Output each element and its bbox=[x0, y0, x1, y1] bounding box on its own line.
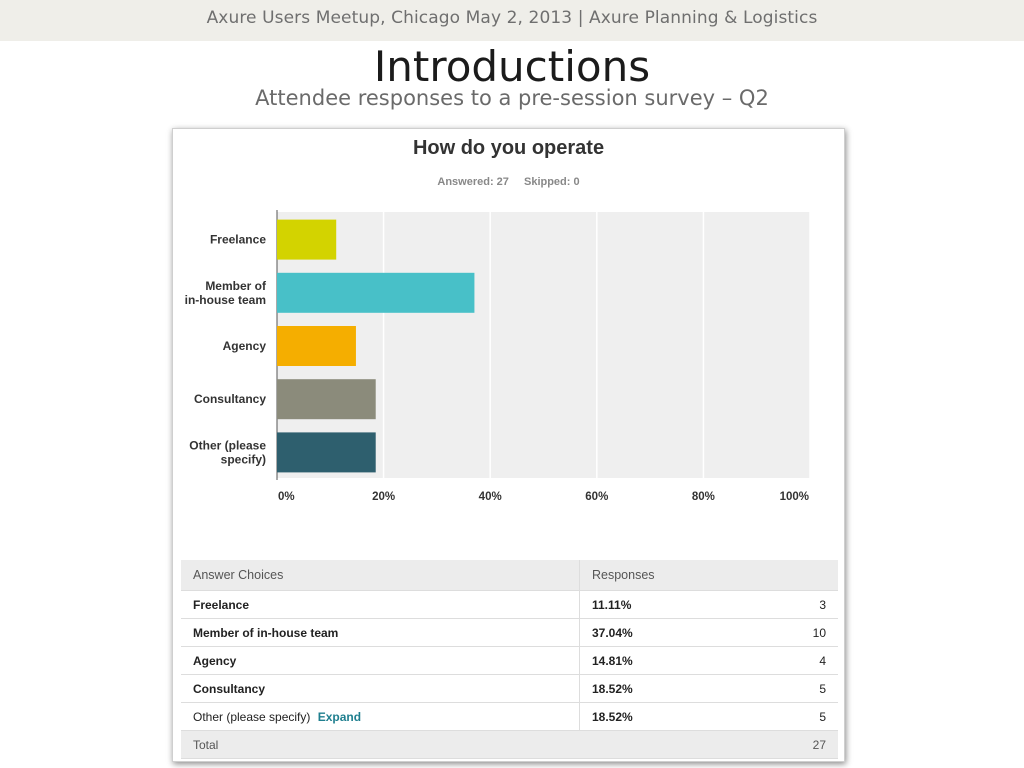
slide-subtitle: Attendee responses to a pre-session surv… bbox=[255, 86, 769, 110]
answer-choices-header: Answer Choices bbox=[181, 560, 580, 591]
x-tick-label: 60% bbox=[585, 491, 608, 503]
table-row: Consultancy 18.52% 5 bbox=[181, 674, 838, 703]
row-percent: 37.04% bbox=[579, 618, 794, 647]
row-choice: Member of in-house team bbox=[181, 618, 580, 647]
table-row: Other (please specify) Expand 18.52% 5 bbox=[181, 702, 838, 731]
x-tick-label: 100% bbox=[780, 491, 809, 503]
x-tick-label: 20% bbox=[372, 491, 395, 503]
x-tick-label: 80% bbox=[692, 491, 715, 503]
responses-header: Responses bbox=[579, 560, 838, 591]
row-count: 10 bbox=[794, 618, 838, 647]
table-row: Freelance 11.11% 3 bbox=[181, 590, 838, 619]
bar-chart: Freelance Member of in-house team Agency Con… bbox=[185, 210, 811, 503]
row-count: 5 bbox=[794, 674, 838, 703]
category-label: Agency bbox=[223, 339, 267, 353]
total-row: Total 27 bbox=[181, 730, 838, 759]
responses-table: Answer Choices Responses Freelance 11.11… bbox=[181, 560, 838, 759]
total-count: 27 bbox=[794, 730, 838, 759]
row-percent: 14.81% bbox=[579, 646, 794, 675]
bar bbox=[277, 326, 356, 366]
expand-link[interactable]: Expand bbox=[318, 710, 361, 724]
table-row: Member of in-house team 37.04% 10 bbox=[181, 618, 838, 647]
category-label: Member of in-house team bbox=[185, 279, 267, 307]
total-label: Total bbox=[181, 730, 580, 759]
row-choice: Agency bbox=[181, 646, 580, 675]
row-choice: Freelance bbox=[181, 590, 580, 619]
category-label: Other (please specify) bbox=[189, 438, 266, 466]
row-choice: Consultancy bbox=[181, 674, 580, 703]
row-percent: 18.52% bbox=[579, 702, 794, 731]
row-percent: 11.11% bbox=[579, 590, 794, 619]
survey-screenshot-panel: How do you operate Answered: 27 Skipped:… bbox=[172, 128, 845, 762]
bar bbox=[277, 219, 337, 260]
category-label: Freelance bbox=[210, 233, 266, 247]
row-count: 4 bbox=[794, 646, 838, 675]
bar bbox=[277, 379, 376, 420]
row-count: 5 bbox=[794, 702, 838, 731]
row-choice-cell: Other (please specify) Expand bbox=[181, 702, 580, 731]
x-tick-label: 40% bbox=[479, 491, 502, 503]
x-tick-label: 0% bbox=[278, 491, 295, 503]
bar bbox=[277, 272, 475, 313]
table-header-row: Answer Choices Responses bbox=[181, 560, 838, 591]
row-percent: 18.52% bbox=[579, 674, 794, 703]
table-row: Agency 14.81% 4 bbox=[181, 646, 838, 675]
slide-header: Axure Users Meetup, Chicago May 2, 2013 … bbox=[206, 8, 818, 28]
bar bbox=[277, 432, 376, 473]
total-spacer bbox=[579, 730, 794, 759]
row-choice: Other (please specify) bbox=[193, 709, 311, 724]
row-count: 3 bbox=[794, 590, 838, 619]
category-label: Consultancy bbox=[194, 392, 266, 406]
